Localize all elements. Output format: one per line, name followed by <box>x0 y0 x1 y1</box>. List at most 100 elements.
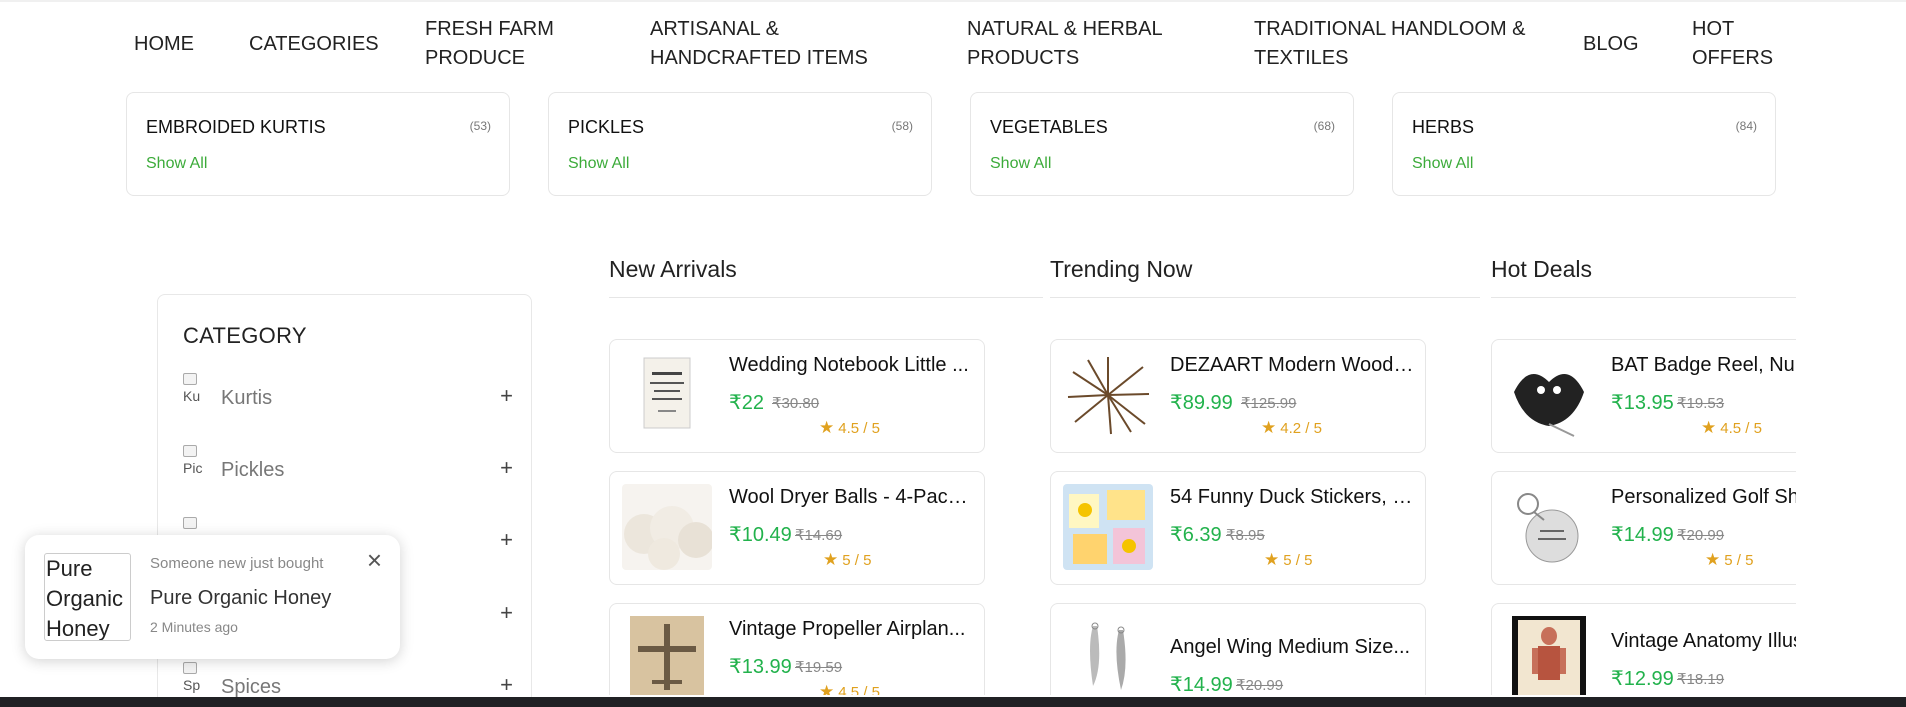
nav-home[interactable]: HOME <box>134 30 194 59</box>
popup-product-title[interactable]: Pure Organic Honey <box>150 587 331 610</box>
product-list-trending-now: DEZAART Modern Wood ... ₹89.99 ₹125.99 ★… <box>1050 330 1430 695</box>
category-card-count: (53) <box>469 119 491 133</box>
category-card-name: EMBROIDED KURTIS <box>146 117 326 137</box>
star-icon: ★ <box>819 418 835 437</box>
star-icon: ★ <box>819 682 835 695</box>
nav-fresh-farm-produce[interactable]: FRESH FARM PRODUCE <box>425 15 565 73</box>
product-price: ₹14.99 <box>1611 524 1674 546</box>
product-image-anatomy-print <box>1504 616 1594 695</box>
star-icon: ★ <box>823 550 839 569</box>
image-alt-text: Pic <box>183 460 203 476</box>
product-title[interactable]: BAT Badge Reel, Nurse <box>1611 354 1796 377</box>
product-title[interactable]: Angel Wing Medium Size... <box>1170 636 1415 659</box>
product-price: ₹13.95 <box>1611 392 1674 414</box>
nav-artisanal-handcrafted[interactable]: ARTISANAL & HANDCRAFTED ITEMS <box>650 15 880 73</box>
category-card-name: VEGETABLES <box>990 117 1108 137</box>
sidebar-title: CATEGORY <box>183 323 307 348</box>
expand-plus-icon[interactable]: + <box>500 600 513 626</box>
popup-subtitle: Someone new just bought <box>150 555 324 572</box>
product-rating: ★ 5 / 5 <box>823 550 871 570</box>
product-old-price: ₹14.69 <box>795 527 843 544</box>
show-all-link[interactable]: Show All <box>568 155 629 173</box>
sidebar-item-label: Pickles <box>221 459 285 481</box>
sidebar-item-label: Spices <box>221 676 282 698</box>
product-list-hot-deals: BAT Badge Reel, Nurse ₹13.95 ₹19.53 ★4.5… <box>1491 330 1796 695</box>
product-list-new-arrivals: Wedding Notebook Little ... ₹22 ₹30.80 ★… <box>609 330 989 695</box>
nav-natural-herbal[interactable]: NATURAL & HERBAL PRODUCTS <box>967 15 1177 73</box>
product-image-bat-badge-reel <box>1504 352 1594 438</box>
product-price: ₹10.49 <box>729 524 792 546</box>
product-image-duck-stickers <box>1063 484 1153 570</box>
expand-plus-icon[interactable]: + <box>500 383 513 409</box>
product-card[interactable]: Angel Wing Medium Size... ₹14.99 ₹20.99 <box>1050 603 1426 695</box>
category-card-count: (58) <box>891 119 913 133</box>
product-rating: ★ 4.5 / 5 <box>1701 418 1762 438</box>
product-price: ₹22 <box>729 392 764 414</box>
section-divider <box>609 297 1043 298</box>
category-card-pickles[interactable]: PICKLES (58) Show All <box>548 92 932 196</box>
category-card-vegetables[interactable]: VEGETABLES (68) Show All <box>970 92 1354 196</box>
category-card-count: (84) <box>1735 119 1757 133</box>
star-icon: ★ <box>1261 418 1277 437</box>
product-card[interactable]: Wedding Notebook Little ... ₹22 ₹30.80 ★… <box>609 339 985 453</box>
nav-categories[interactable]: CATEGORIES <box>249 30 379 59</box>
product-image-angel-wing-earrings <box>1063 616 1153 695</box>
show-all-link[interactable]: Show All <box>1412 155 1473 173</box>
product-card[interactable]: Wool Dryer Balls - 4-Pack... ₹10.49 ₹14.… <box>609 471 985 585</box>
product-old-price: ₹19.59 <box>795 659 843 676</box>
section-divider <box>1491 297 1796 298</box>
star-icon: ★ <box>1701 418 1717 437</box>
product-title[interactable]: Vintage Anatomy Illustr <box>1611 630 1796 653</box>
rating-value: 4.5 / 5 <box>1720 420 1762 437</box>
popup-timestamp: 2 Minutes ago <box>150 619 238 635</box>
product-old-price: ₹30.80 <box>772 395 820 412</box>
rating-value: 4.5 / 5 <box>838 420 880 437</box>
show-all-link[interactable]: Show All <box>146 155 207 173</box>
broken-image-icon: Pic <box>183 445 209 489</box>
section-title-trending-now: Trending Now <box>1050 256 1193 282</box>
expand-plus-icon[interactable]: + <box>500 455 513 481</box>
product-title[interactable]: Personalized Golf Shirt <box>1611 486 1796 509</box>
product-card[interactable]: BAT Badge Reel, Nurse ₹13.95 ₹19.53 ★4.5… <box>1491 339 1796 453</box>
product-old-price: ₹125.99 <box>1241 395 1297 412</box>
product-old-price: ₹19.53 <box>1677 395 1725 412</box>
section-divider <box>1050 297 1480 298</box>
section-title-new-arrivals: New Arrivals <box>609 256 737 282</box>
rating-value: 5 / 5 <box>1283 552 1313 569</box>
broken-image-icon: Ku <box>183 373 209 417</box>
sidebar-item-kurtis[interactable]: Ku Kurtis + <box>183 373 513 423</box>
product-card[interactable]: DEZAART Modern Wood ... ₹89.99 ₹125.99 ★… <box>1050 339 1426 453</box>
sidebar-item-pickles[interactable]: Pic Pickles + <box>183 445 513 495</box>
expand-plus-icon[interactable]: + <box>500 527 513 553</box>
close-icon[interactable]: × <box>367 545 382 576</box>
product-title[interactable]: DEZAART Modern Wood ... <box>1170 354 1415 377</box>
product-old-price: ₹18.19 <box>1677 671 1725 688</box>
product-price: ₹14.99 <box>1170 674 1233 695</box>
popup-product-image: Pure Organic Honey <box>44 553 131 641</box>
nav-hot-offers[interactable]: HOT OFFERS <box>1692 15 1782 73</box>
category-card-kurtis[interactable]: EMBROIDED KURTIS (53) Show All <box>126 92 510 196</box>
product-card[interactable]: Personalized Golf Shirt ₹14.99 ₹20.99 ★ 5… <box>1491 471 1796 585</box>
show-all-link[interactable]: Show All <box>990 155 1051 173</box>
taskbar <box>0 697 1906 707</box>
product-rating: ★ 5 / 5 <box>1705 550 1753 570</box>
product-card[interactable]: 54 Funny Duck Stickers, P... ₹6.39 ₹8.95… <box>1050 471 1426 585</box>
nav-blog[interactable]: BLOG <box>1583 30 1639 59</box>
top-navigation: HOME CATEGORIES FRESH FARM PRODUCE ARTIS… <box>0 0 1906 88</box>
product-price: ₹6.39 <box>1170 524 1222 546</box>
product-rating: ★ 4.5 / 5 <box>819 682 880 695</box>
nav-traditional-handloom[interactable]: TRADITIONAL HANDLOOM & TEXTILES <box>1254 15 1544 73</box>
product-card[interactable]: Vintage Anatomy Illustr ₹12.99 ₹18.19 <box>1491 603 1796 695</box>
expand-plus-icon[interactable]: + <box>500 672 513 698</box>
rating-value: 4.2 / 5 <box>1280 420 1322 437</box>
product-title[interactable]: Vintage Propeller Airplan... <box>729 618 974 641</box>
product-price: ₹89.99 <box>1170 392 1233 414</box>
product-rating: ★ 4.2 / 5 <box>1261 418 1322 438</box>
product-card[interactable]: Vintage Propeller Airplan... ₹13.99 ₹19.… <box>609 603 985 695</box>
product-image-airplane-print <box>622 616 712 695</box>
product-title[interactable]: 54 Funny Duck Stickers, P... <box>1170 486 1415 509</box>
sidebar-item-label: Kurtis <box>221 387 273 409</box>
product-title[interactable]: Wool Dryer Balls - 4-Pack... <box>729 486 974 509</box>
product-title[interactable]: Wedding Notebook Little ... <box>729 354 974 377</box>
category-card-herbs[interactable]: HERBS (84) Show All <box>1392 92 1776 196</box>
